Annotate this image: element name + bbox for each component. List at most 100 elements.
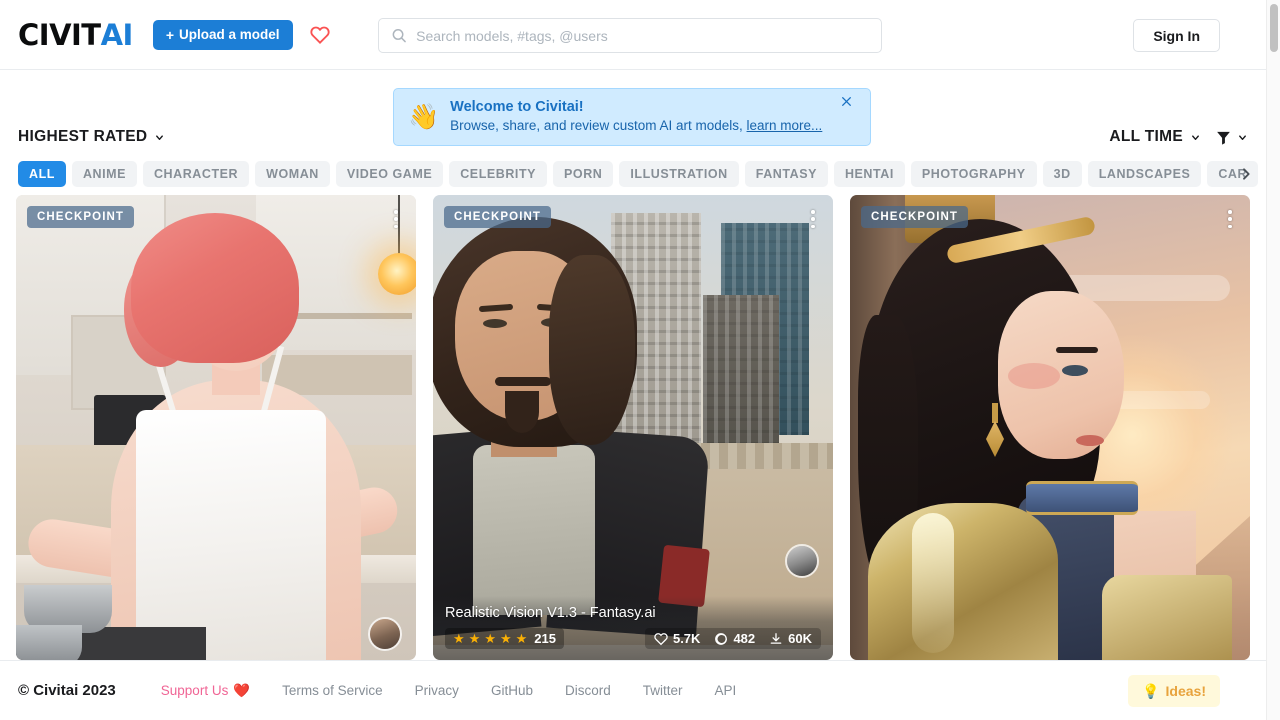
more-vertical-icon-dot bbox=[811, 217, 815, 221]
star-icon: ★ bbox=[484, 631, 496, 646]
tag-tab-video-game[interactable]: VIDEO GAME bbox=[335, 161, 444, 187]
tag-tab-all[interactable]: ALL bbox=[18, 161, 66, 187]
model-card[interactable]: CHECKPOINT bbox=[16, 195, 416, 660]
tag-tab-landscapes[interactable]: LANDSCAPES bbox=[1087, 161, 1202, 187]
chevron-down-icon bbox=[1192, 134, 1199, 140]
search-box[interactable] bbox=[378, 18, 882, 53]
model-card-footer: Realistic Vision V1.3 - Fantasy.ai ★ ★ ★… bbox=[433, 596, 833, 660]
search-input[interactable] bbox=[416, 27, 869, 44]
card-options-menu-button[interactable] bbox=[805, 207, 821, 231]
tag-tab-hentai[interactable]: HENTAI bbox=[833, 161, 905, 187]
rating-badge: ★ ★ ★ ★ ★ 215 bbox=[445, 628, 564, 649]
model-stats-row: ★ ★ ★ ★ ★ 215 5.7K 482 60K bbox=[445, 628, 821, 649]
comments-count: 482 bbox=[733, 631, 756, 646]
right-filter-controls: ALL TIME bbox=[1109, 128, 1248, 146]
page-scrollbar-thumb[interactable] bbox=[1270, 4, 1278, 52]
footer-link-terms-of-service[interactable]: Terms of Service bbox=[282, 683, 383, 698]
download-icon bbox=[770, 632, 782, 644]
footer-links: Support Us ❤️ Terms of Service Privacy GitHu… bbox=[161, 683, 736, 699]
model-card-grid: CHECKPOINT CHECKPOINT Realistic Vision V… bbox=[16, 195, 1250, 660]
more-vertical-icon-dot bbox=[394, 210, 398, 214]
tag-tab-photography[interactable]: PHOTOGRAPHY bbox=[910, 161, 1037, 187]
tag-tab-porn[interactable]: PORN bbox=[553, 161, 614, 187]
footer-link-label: Terms of Service bbox=[282, 683, 383, 698]
creator-avatar[interactable] bbox=[368, 617, 402, 651]
more-vertical-icon-dot bbox=[811, 224, 815, 228]
sort-dropdown[interactable]: HIGHEST RATED bbox=[18, 128, 165, 146]
model-card[interactable]: CHECKPOINT bbox=[850, 195, 1250, 660]
footer-link-twitter[interactable]: Twitter bbox=[643, 683, 683, 698]
banner-close-button[interactable] bbox=[837, 93, 856, 113]
period-label: ALL TIME bbox=[1109, 128, 1183, 145]
tag-tab-woman[interactable]: WOMAN bbox=[255, 161, 330, 187]
banner-subtitle-text: Browse, share, and review custom AI art … bbox=[450, 118, 743, 134]
time-period-dropdown[interactable]: ALL TIME bbox=[1109, 128, 1201, 146]
footer-link-privacy[interactable]: Privacy bbox=[415, 683, 459, 698]
tag-tab-character[interactable]: CHARACTER bbox=[142, 161, 250, 187]
copyright-text: © Civitai 2023 bbox=[18, 682, 116, 699]
likes-stat: 5.7K bbox=[654, 631, 700, 646]
filter-button[interactable] bbox=[1215, 129, 1248, 146]
fantasy-warrior-art bbox=[850, 195, 1250, 660]
more-vertical-icon-dot bbox=[1228, 224, 1232, 228]
star-icon: ★ bbox=[515, 631, 528, 646]
logo-text-ai: AI bbox=[100, 17, 134, 52]
card-options-menu-button[interactable] bbox=[388, 207, 404, 231]
model-card-image bbox=[433, 195, 833, 660]
sort-label: HIGHEST RATED bbox=[18, 128, 148, 145]
heart-red-icon: ❤️ bbox=[233, 682, 251, 698]
close-icon bbox=[842, 97, 851, 106]
waving-hand-icon: 👋 bbox=[408, 102, 440, 131]
footer-link-support-us[interactable]: Support Us ❤️ bbox=[161, 683, 250, 699]
footer-link-label: API bbox=[714, 683, 737, 698]
tag-tab-fantasy[interactable]: FANTASY bbox=[744, 161, 828, 187]
tag-tab-anime[interactable]: ANIME bbox=[71, 161, 137, 187]
card-options-menu-button[interactable] bbox=[1222, 207, 1238, 231]
footer-link-label: GitHub bbox=[490, 683, 533, 698]
welcome-banner: 👋 Welcome to Civitai! Browse, share, and… bbox=[393, 88, 871, 146]
page-scrollbar-track[interactable] bbox=[1266, 0, 1280, 720]
star-icon: ★ bbox=[453, 631, 465, 646]
tag-tab-illustration[interactable]: ILLUSTRATION bbox=[619, 161, 739, 187]
footer-link-api[interactable]: API bbox=[715, 683, 737, 698]
sign-in-button[interactable]: Sign In bbox=[1133, 19, 1220, 52]
logo-text-civit: CIVIT bbox=[18, 17, 101, 52]
upload-button-label: Upload a model bbox=[179, 27, 280, 42]
downloads-count: 60K bbox=[788, 631, 812, 646]
footer-link-discord[interactable]: Discord bbox=[565, 683, 611, 698]
model-title: Realistic Vision V1.3 - Fantasy.ai bbox=[445, 605, 656, 621]
heart-outline-icon bbox=[309, 26, 330, 44]
chevron-right-icon bbox=[1243, 168, 1250, 180]
learn-more-link[interactable]: learn more... bbox=[747, 118, 823, 133]
footer-link-github[interactable]: GitHub bbox=[491, 683, 533, 698]
plus-icon: + bbox=[165, 26, 175, 43]
more-vertical-icon-dot bbox=[394, 224, 398, 228]
app-footer: © Civitai 2023 Support Us ❤️ Terms of Serv… bbox=[0, 660, 1266, 720]
tag-tab-celebrity[interactable]: CELEBRITY bbox=[449, 161, 548, 187]
civitai-logo[interactable]: CIVIT AI bbox=[18, 18, 133, 52]
banner-text-group: Welcome to Civitai! Browse, share, and r… bbox=[450, 98, 837, 136]
footer-link-label: Privacy bbox=[414, 683, 459, 698]
kitchen-portrait-art bbox=[16, 195, 416, 660]
man-cityscape-art bbox=[433, 195, 833, 660]
lightbulb-icon: 💡 bbox=[1142, 682, 1160, 699]
model-card[interactable]: CHECKPOINT Realistic Vision V1.3 - Fanta… bbox=[433, 195, 833, 660]
page-root: CIVIT AI + Upload a model Sign In 👋 bbox=[0, 0, 1280, 720]
star-icon: ★ bbox=[468, 631, 481, 646]
favorites-heart-button[interactable] bbox=[305, 20, 335, 50]
rating-count: 215 bbox=[534, 631, 556, 646]
search-icon bbox=[392, 29, 406, 43]
creator-avatar[interactable] bbox=[785, 544, 819, 578]
heart-outline-icon bbox=[654, 632, 668, 645]
star-icon: ★ bbox=[499, 631, 512, 646]
engagement-stats: 5.7K 482 60K bbox=[644, 628, 821, 649]
upload-a-model-button[interactable]: + Upload a model bbox=[152, 19, 293, 50]
tag-tabs-container: ALL ANIME CHARACTER WOMAN VIDEO GAME CELEBRIT… bbox=[0, 160, 1266, 188]
banner-subtitle: Browse, share, and review custom AI art … bbox=[450, 117, 837, 136]
tabs-scroll-next-button[interactable] bbox=[1234, 162, 1258, 186]
more-vertical-icon-dot bbox=[1228, 217, 1232, 221]
comments-stat: 482 bbox=[714, 631, 755, 646]
ideas-button[interactable]: 💡 Ideas! bbox=[1128, 675, 1220, 707]
tag-tab-3d[interactable]: 3D bbox=[1042, 161, 1082, 187]
funnel-filter-icon bbox=[1217, 131, 1230, 145]
